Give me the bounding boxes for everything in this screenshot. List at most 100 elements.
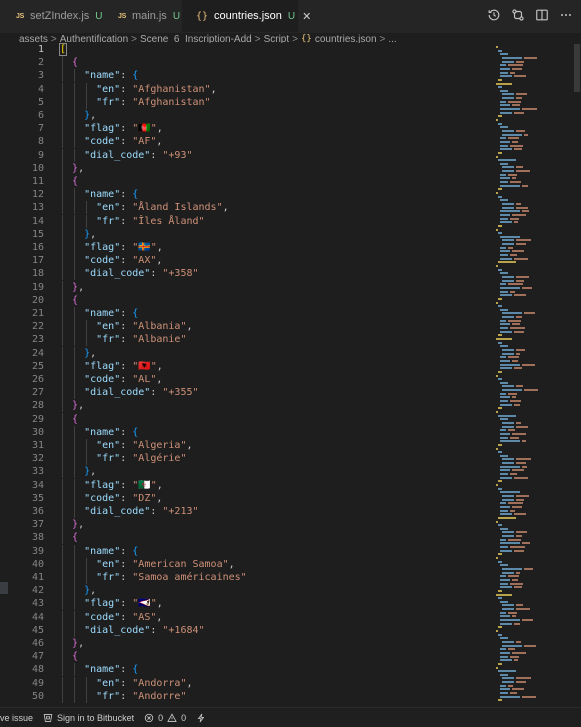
- code-line[interactable]: 38 {: [0, 531, 490, 545]
- code-line[interactable]: 43 "flag": "🇦🇸",: [0, 597, 490, 611]
- compare-changes-icon[interactable]: [511, 8, 525, 22]
- history-icon[interactable]: [487, 8, 501, 22]
- code-line[interactable]: 1[: [0, 43, 490, 56]
- code-line[interactable]: 42 },: [0, 584, 490, 598]
- code-line[interactable]: 34 "flag": "🇩🇿",: [0, 478, 490, 492]
- minimap-line: [502, 56, 522, 59]
- minimap-line: [498, 86, 502, 89]
- minimap-line: [516, 316, 522, 319]
- minimap-line: [508, 283, 523, 286]
- code-line[interactable]: 21 "name": {: [0, 307, 490, 320]
- code-line[interactable]: 25 "flag": "🇦🇱",: [0, 359, 490, 373]
- code-line[interactable]: 11 {: [0, 175, 490, 188]
- code-line[interactable]: 49 "en": "Andorra",: [0, 676, 490, 690]
- split-editor-icon[interactable]: [535, 8, 549, 22]
- minimap-line: [500, 659, 512, 662]
- code-line[interactable]: 18 "dial_code": "+358": [0, 267, 490, 281]
- minimap-line: [496, 447, 498, 450]
- minimap-line: [496, 155, 498, 158]
- code-line[interactable]: 33 },: [0, 465, 490, 479]
- code-line[interactable]: 30 "name": {: [0, 425, 490, 439]
- code-line[interactable]: 17 "code": "AX",: [0, 254, 490, 268]
- minimap-line: [502, 494, 514, 497]
- lightning-item[interactable]: [196, 713, 210, 723]
- code-line[interactable]: 24 },: [0, 346, 490, 360]
- code-line[interactable]: 22 "en": "Albania",: [0, 320, 490, 334]
- line-number: 6: [37, 110, 44, 121]
- minimap-line: [500, 217, 508, 220]
- minimap-line: [508, 648, 515, 651]
- minimap-line: [500, 294, 512, 297]
- minimap-line: [498, 122, 502, 125]
- minimap-line: [500, 513, 512, 516]
- code-line[interactable]: 32 "fr": "Algérie": [0, 452, 490, 466]
- minimap-line: [500, 144, 508, 147]
- code-line[interactable]: 7 "flag": "🇦🇫",: [0, 122, 490, 136]
- minimap-line: [502, 170, 514, 173]
- minimap-line: [500, 418, 508, 421]
- minimap-line: [500, 505, 510, 508]
- status-issue-item[interactable]: ve issue: [0, 713, 33, 723]
- code-line[interactable]: 45 "dial_code": "+1684": [0, 623, 490, 637]
- code-line[interactable]: 16 "flag": "🇦🇽",: [0, 241, 490, 254]
- code-line[interactable]: 3 "name": {: [0, 69, 490, 83]
- code-line[interactable]: 13 "en": "Åland Islands",: [0, 201, 490, 215]
- code-line[interactable]: 39 "name": {: [0, 544, 490, 558]
- minimap-line: [500, 140, 510, 143]
- code-line[interactable]: 2 {: [0, 56, 490, 70]
- line-code: {: [72, 294, 79, 306]
- line-code: },: [84, 585, 97, 597]
- code-line[interactable]: 37 },: [0, 518, 490, 532]
- scrollbar-thumb[interactable]: [574, 44, 580, 92]
- minimap-line: [500, 622, 512, 625]
- code-line[interactable]: 20 {: [0, 293, 490, 307]
- minimap-line: [498, 370, 502, 373]
- minimap-line: [500, 673, 508, 676]
- js-file-icon: JS: [118, 12, 126, 20]
- code-line[interactable]: 12 "name": {: [0, 188, 490, 202]
- code-line[interactable]: 6 },: [0, 109, 490, 122]
- code-line[interactable]: 36 "dial_code": "+213": [0, 505, 490, 518]
- code-editor[interactable]: 1[2 {3 "name": {4 "en": "Afghanistan", 5 …: [0, 42, 490, 707]
- minimap-line: [500, 491, 520, 494]
- code-line[interactable]: 4 "en": "Afghanistan",: [0, 82, 490, 96]
- code-line[interactable]: 8 "code": "AF",: [0, 135, 490, 149]
- minimap-line: [498, 626, 502, 629]
- code-line[interactable]: 28 },: [0, 399, 490, 413]
- code-line[interactable]: 29 {: [0, 412, 490, 426]
- code-line[interactable]: 23 "fr": "Albanie": [0, 333, 490, 347]
- code-line[interactable]: 5 "fr": "Afghanistan": [0, 95, 490, 109]
- code-line[interactable]: 48 "name": {: [0, 663, 490, 677]
- minimap-line: [500, 327, 508, 330]
- minimap-line: [500, 71, 508, 74]
- line-number: 3: [37, 70, 44, 82]
- minimap-line: [516, 129, 525, 132]
- vertical-scrollbar[interactable]: [570, 42, 581, 707]
- code-line[interactable]: 14 "fr": "Îles Åland": [0, 214, 490, 228]
- code-line[interactable]: 44 "code": "AS",: [0, 610, 490, 624]
- problems-item[interactable]: 0 0: [144, 713, 186, 723]
- line-number: 39: [31, 545, 44, 557]
- code-line[interactable]: 15 },: [0, 227, 490, 241]
- code-line[interactable]: 47 {: [0, 650, 490, 664]
- code-line[interactable]: 31 "en": "Algeria",: [0, 439, 490, 452]
- code-line[interactable]: 46 },: [0, 637, 490, 650]
- code-line[interactable]: 19 },: [0, 280, 490, 294]
- minimap[interactable]: [490, 42, 570, 707]
- more-actions-icon[interactable]: [559, 8, 573, 22]
- minimap-line: [496, 374, 498, 377]
- line-number: 50: [31, 690, 44, 702]
- minimap-line: [510, 181, 521, 184]
- code-line[interactable]: 50 "fr": "Andorre": [0, 689, 490, 703]
- code-line[interactable]: 10 },: [0, 161, 490, 175]
- code-line[interactable]: 26 "code": "AL",: [0, 373, 490, 386]
- bitbucket-signin-item[interactable]: Sign in to Bitbucket: [43, 713, 134, 723]
- minimap-line: [510, 144, 523, 147]
- code-line[interactable]: 27 "dial_code": "+355": [0, 386, 490, 400]
- code-line[interactable]: 40 "en": "American Samoa",: [0, 557, 490, 571]
- code-line[interactable]: 41 "fr": "Samoa américaines": [0, 571, 490, 584]
- close-icon[interactable]: ✕: [302, 10, 311, 23]
- minimap-line: [500, 308, 508, 311]
- code-line[interactable]: 35 "code": "DZ",: [0, 491, 490, 505]
- code-line[interactable]: 9 "dial_code": "+93": [0, 148, 490, 162]
